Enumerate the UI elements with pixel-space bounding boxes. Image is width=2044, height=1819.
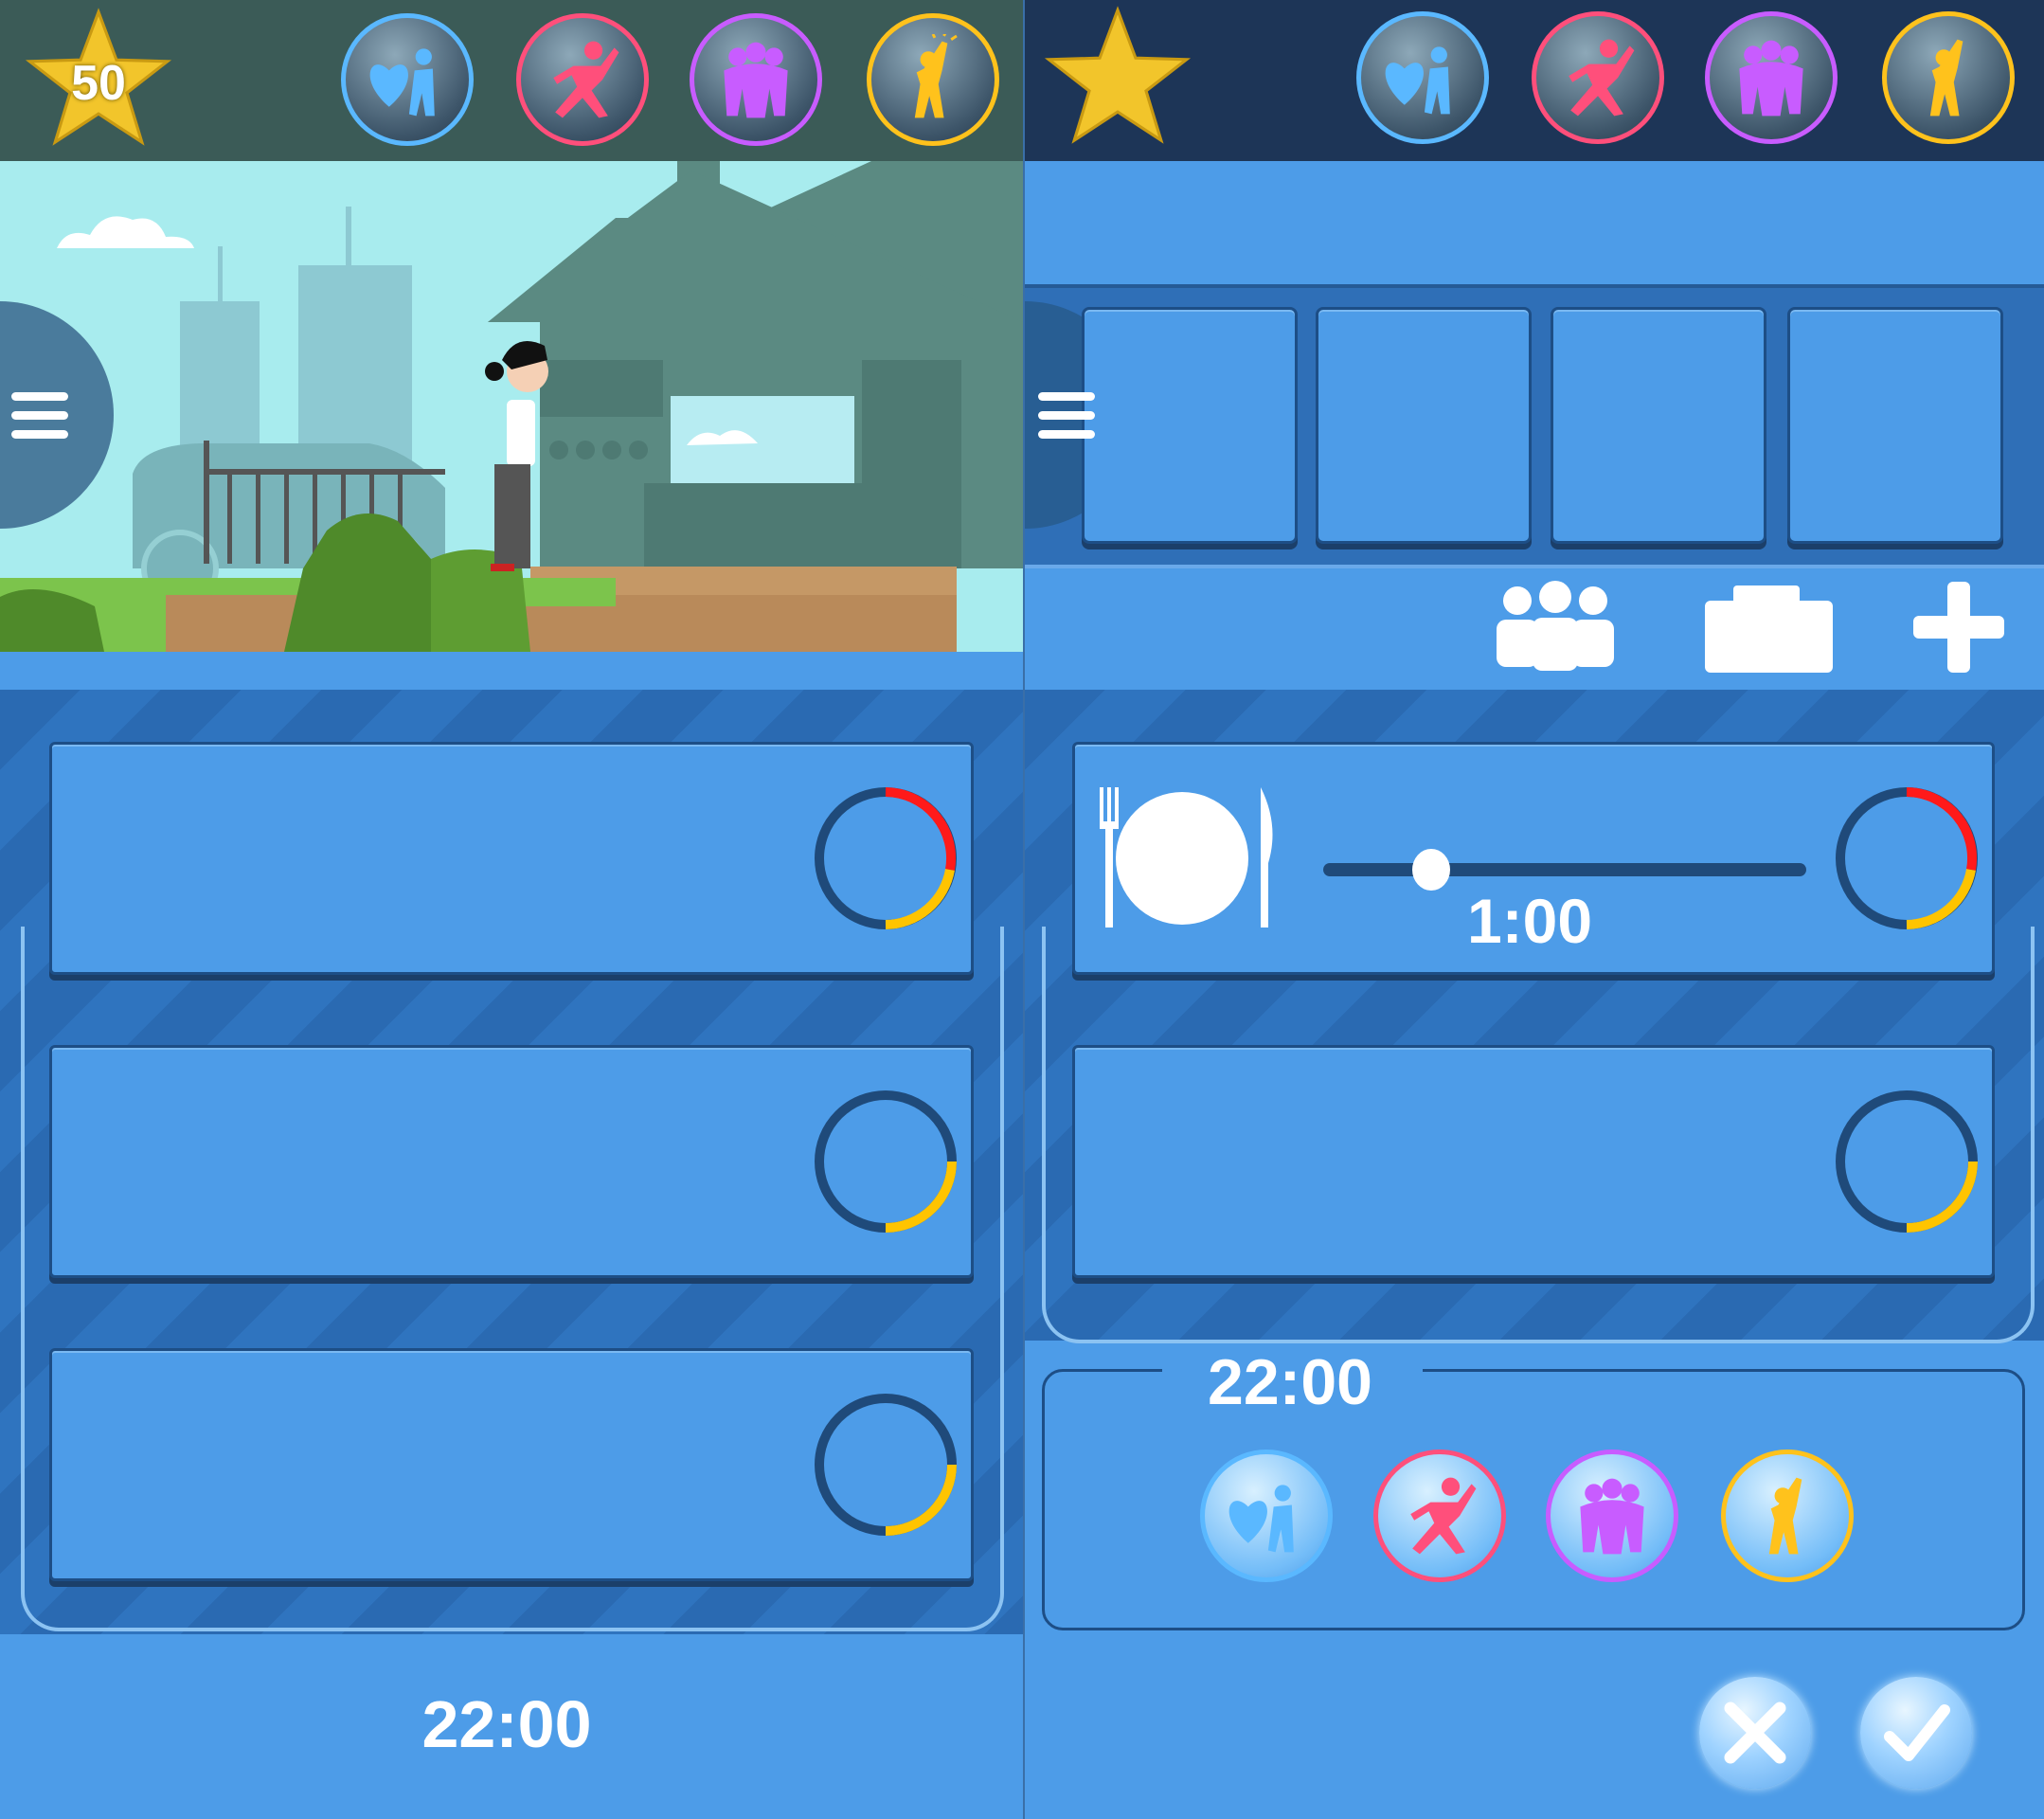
running-person-icon: [553, 41, 619, 118]
running-person-icon: [1569, 39, 1635, 117]
confirm-button[interactable]: [1860, 1677, 1972, 1789]
activity-slot[interactable]: [1316, 307, 1532, 544]
heart-person-icon: [1385, 46, 1450, 115]
activity-row[interactable]: 1:00: [1072, 742, 1995, 975]
group-people-icon: [724, 42, 788, 118]
bottom-category-running-button[interactable]: [1373, 1450, 1506, 1582]
slider-track: [1323, 863, 1806, 876]
activity-slot[interactable]: [1787, 307, 2003, 544]
progress-ring: [815, 1090, 957, 1233]
task-row[interactable]: [49, 742, 974, 975]
category-running-button[interactable]: [1532, 11, 1664, 144]
bottom-category-group-button[interactable]: [1546, 1450, 1678, 1582]
cheering-person-icon: [1768, 1477, 1802, 1555]
category-running-button[interactable]: [516, 13, 649, 146]
group-icon[interactable]: [1489, 580, 1622, 675]
activity-duration: 1:00: [1466, 886, 1593, 956]
left-screen: 50 22:00: [0, 0, 1023, 1819]
activity-slot[interactable]: [1551, 307, 1766, 544]
activity-slot[interactable]: [1082, 307, 1298, 544]
progress-ring: [1836, 1090, 1978, 1233]
schedule-time: 22:00: [1208, 1346, 1372, 1418]
star-icon: [1044, 6, 1192, 144]
cheering-person-icon: [914, 34, 958, 118]
category-cheer-button[interactable]: [867, 13, 999, 146]
hamburger-icon[interactable]: [1038, 392, 1095, 449]
group-people-icon: [1739, 40, 1803, 117]
fork-plate-knife-icon: [1100, 787, 1273, 928]
cheering-person-icon: [1929, 39, 1963, 117]
category-group-button[interactable]: [690, 13, 822, 146]
star-score: 50: [71, 56, 126, 111]
camera-icon[interactable]: [1705, 580, 1838, 675]
bottom-category-cheer-button[interactable]: [1721, 1450, 1854, 1582]
group-people-icon: [1580, 1478, 1644, 1555]
bottom-category-heart-button[interactable]: [1200, 1450, 1333, 1582]
scene-illustration: [0, 161, 1023, 652]
game-scene: [0, 161, 1023, 652]
task-row[interactable]: [1072, 1045, 1995, 1278]
progress-ring: [1836, 787, 1978, 929]
category-cheer-button[interactable]: [1882, 11, 2015, 144]
check-icon: [1884, 1704, 1950, 1761]
close-icon: [1724, 1702, 1786, 1764]
category-heart-button[interactable]: [1356, 11, 1489, 144]
hamburger-icon[interactable]: [11, 392, 68, 449]
cancel-button[interactable]: [1699, 1677, 1811, 1789]
add-icon[interactable]: [1911, 580, 2006, 675]
task-time: 22:00: [421, 1687, 592, 1761]
right-screen: 1:00 22:00: [1025, 0, 2044, 1819]
task-row[interactable]: [49, 1348, 974, 1581]
progress-ring: [815, 1394, 957, 1536]
category-group-button[interactable]: [1705, 11, 1838, 144]
score-star[interactable]: 50: [23, 8, 174, 150]
progress-ring: [815, 787, 957, 929]
heart-person-icon: [369, 48, 435, 117]
task-row[interactable]: [49, 1045, 974, 1278]
running-person-icon: [1410, 1477, 1477, 1555]
score-star[interactable]: [1042, 6, 1193, 148]
heart-person-icon: [1228, 1485, 1294, 1553]
category-heart-button[interactable]: [341, 13, 474, 146]
